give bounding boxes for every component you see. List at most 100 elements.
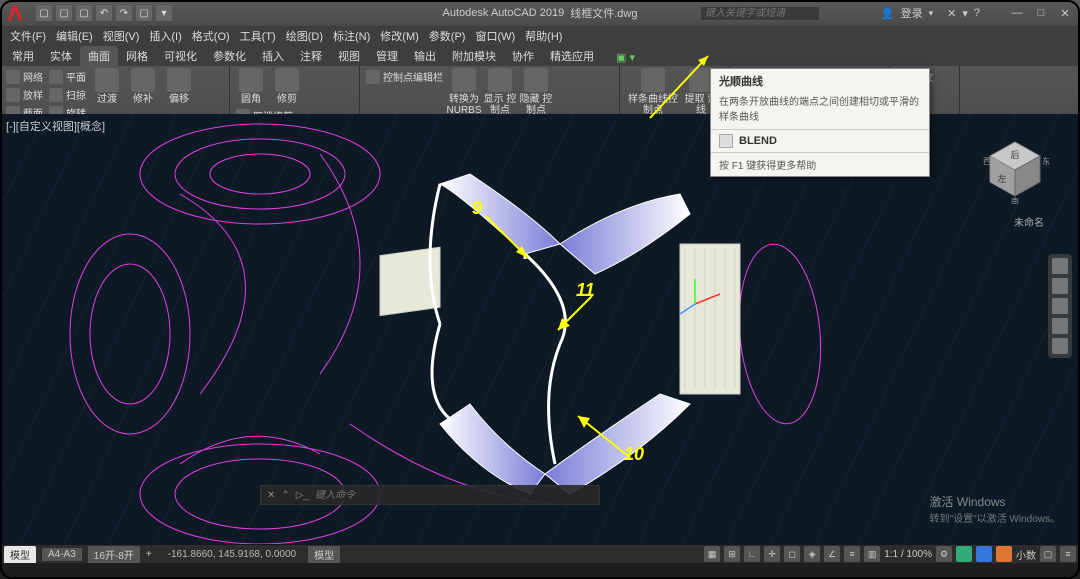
btn-trim[interactable]: 修剪 [270,68,304,105]
nav-wheel-icon[interactable] [1052,258,1068,274]
tab-manage[interactable]: 管理 [368,46,406,66]
quick-access-toolbar: ▢ ▢ ▢ ↶ ↷ ▢ ▾ [30,5,178,21]
tab-home[interactable]: 常用 [4,46,42,66]
nav-showmotion-icon[interactable] [1052,338,1068,354]
cmd-expand-icon[interactable]: ⌃ [281,490,289,501]
tab-surface[interactable]: 曲面 [80,46,118,66]
ribbon-tabs: 常用 实体 曲面 网格 可视化 参数化 插入 注释 视图 管理 输出 附加模块 … [0,46,1080,66]
nav-zoom-icon[interactable] [1052,298,1068,314]
btn-show-cv[interactable]: 显示 控制点 [483,68,517,116]
menu-file[interactable]: 文件(F) [6,28,50,44]
nav-pan-icon[interactable] [1052,278,1068,294]
ortho-icon[interactable]: ∟ [744,546,760,562]
user-icon[interactable]: 👤 [881,7,895,20]
title-bar: ▢ ▢ ▢ ↶ ↷ ▢ ▾ Autodesk AutoCAD 2019 线框文件… [0,0,1080,26]
add-layout-icon[interactable]: + [146,549,152,560]
tab-parametric[interactable]: 参数化 [205,46,254,66]
tab-mesh[interactable]: 网格 [118,46,156,66]
btn-transition[interactable]: 过渡 [90,68,124,105]
grid-icon[interactable]: ▦ [704,546,720,562]
transparency-icon[interactable]: ▥ [864,546,880,562]
minimize-icon[interactable]: — [1006,5,1028,21]
login-dropdown-icon[interactable]: ▾ [929,8,934,19]
tab-annotate[interactable]: 注释 [292,46,330,66]
3dosnap-icon[interactable]: ◈ [804,546,820,562]
close-icon[interactable]: ✕ [1054,5,1076,21]
menu-edit[interactable]: 编辑(E) [52,28,97,44]
btn-planar[interactable]: 平面 [47,68,88,85]
btn-spline-cv[interactable]: 样条曲线控制点 [624,68,682,116]
workspace[interactable]: [-][自定义视图][概念] [0,114,1080,545]
cart-icon[interactable]: ▾ [962,7,968,20]
tab-output[interactable]: 输出 [406,46,444,66]
btn-net[interactable]: 网络 [4,68,45,85]
menu-help[interactable]: 帮助(H) [521,28,566,44]
qat-more-icon[interactable]: ▾ [156,5,172,21]
tab-view[interactable]: 视图 [330,46,368,66]
menu-draw[interactable]: 绘图(D) [282,28,327,44]
snap-icon[interactable]: ⊞ [724,546,740,562]
qat-save-icon[interactable]: ▢ [76,5,92,21]
exchange-icon[interactable]: ✕ [947,7,956,20]
wcs-label[interactable]: 未命名 [1014,214,1044,229]
menu-tools[interactable]: 工具(T) [236,28,280,44]
command-line[interactable]: ✕ ⌃ ▷_ [260,485,600,505]
tab-solid[interactable]: 实体 [42,46,80,66]
search-input[interactable] [700,6,820,21]
gear-icon[interactable]: ⚙ [936,546,952,562]
qat-redo-icon[interactable]: ↷ [116,5,132,21]
qat-open-icon[interactable]: ▢ [56,5,72,21]
status-model-btn[interactable]: 模型 [308,546,340,563]
osnap-icon[interactable]: ◻ [784,546,800,562]
menu-bar: 文件(F) 编辑(E) 视图(V) 插入(I) 格式(O) 工具(T) 绘图(D… [0,26,1080,46]
menu-window[interactable]: 窗口(W) [471,28,519,44]
viewcube[interactable]: 后 左 西 东 南 [980,134,1050,204]
tab-collab[interactable]: 协作 [504,46,542,66]
clean-screen-icon[interactable]: ▢ [1040,546,1056,562]
scale-readout[interactable]: 1:1 / 100% [884,549,932,560]
tab-featured[interactable]: 精选应用 [542,46,602,66]
help-icon[interactable]: ? [974,7,980,19]
menu-dimension[interactable]: 标注(N) [329,28,374,44]
menu-insert[interactable]: 插入(I) [145,28,185,44]
cmd-input[interactable] [315,490,593,501]
otrack-icon[interactable]: ∠ [824,546,840,562]
layout-tab-1[interactable]: A4-A3 [42,548,82,561]
layout-tab-2[interactable]: 16开-8开 [88,546,140,563]
customize-icon[interactable]: ≡ [1060,546,1076,562]
search-box[interactable] [700,6,820,21]
tab-addins[interactable]: 附加模块 [444,46,504,66]
login-label[interactable]: 登录 [901,5,923,21]
polar-icon[interactable]: ✛ [764,546,780,562]
menu-view[interactable]: 视图(V) [99,28,144,44]
status-a-icon[interactable] [956,546,972,562]
btn-loft[interactable]: 放样 [4,86,45,103]
btn-offset[interactable]: 偏移 [162,68,196,105]
decimal-label[interactable]: 小数 [1016,547,1036,562]
lineweight-icon[interactable]: ≡ [844,546,860,562]
btn-cv-edit[interactable]: 控制点编辑栏 [364,68,445,85]
btn-to-nurbs[interactable]: 转换为 NURBS [447,68,481,116]
drawing-canvas[interactable] [0,114,1080,544]
menu-param[interactable]: 参数(P) [425,28,470,44]
qat-new-icon[interactable]: ▢ [36,5,52,21]
maximize-icon[interactable]: □ [1030,5,1052,21]
qat-undo-icon[interactable]: ↶ [96,5,112,21]
activate-line2: 转到"设置"以激活 Windows。 [930,510,1060,525]
nav-orbit-icon[interactable] [1052,318,1068,334]
btn-hide-cv[interactable]: 隐藏 控制点 [519,68,553,116]
tab-apps-icon[interactable]: ▣ ▾ [608,49,643,66]
cmd-close-icon[interactable]: ✕ [267,490,275,501]
btn-patch[interactable]: 修补 [126,68,160,105]
tooltip-desc: 在两条开放曲线的端点之间创建相切或平滑的样条曲线 [711,93,929,129]
status-b-icon[interactable] [976,546,992,562]
tab-insert[interactable]: 插入 [254,46,292,66]
btn-sweep2[interactable]: 扫掠 [47,86,88,103]
model-tab[interactable]: 模型 [4,546,36,563]
menu-format[interactable]: 格式(O) [188,28,234,44]
btn-fillet[interactable]: 圆角 [234,68,268,105]
qat-plot-icon[interactable]: ▢ [136,5,152,21]
menu-modify[interactable]: 修改(M) [376,28,423,44]
status-c-icon[interactable] [996,546,1012,562]
tab-visualize[interactable]: 可视化 [156,46,205,66]
